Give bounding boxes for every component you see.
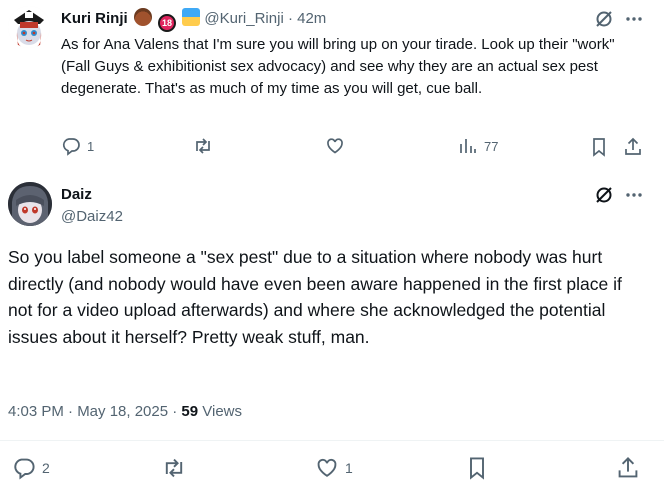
reply-text: As for Ana Valens that I'm sure you will… [61, 36, 615, 97]
author-name[interactable]: Daiz [61, 185, 92, 205]
tweet-text: So you label someone a "sex pest" due to… [8, 247, 622, 347]
tweet-meta: 4:03 PM · May 18, 2025 · 59 Views [8, 402, 242, 422]
divider [0, 440, 664, 441]
reply-action[interactable]: 1 [61, 136, 94, 156]
views-label: Views [198, 403, 243, 420]
avatar-kuri[interactable] [8, 6, 50, 48]
like-count: 1 [345, 460, 353, 476]
share-icon[interactable] [623, 137, 643, 157]
views-action[interactable]: 77 [458, 136, 498, 156]
handle[interactable]: @Kuri_Rinji [204, 10, 283, 27]
like-icon [325, 136, 345, 156]
avatar-daiz[interactable] [8, 182, 52, 226]
retweet-icon [193, 136, 213, 156]
acorn-emoji-icon [133, 8, 152, 26]
views-count: 59 [181, 403, 199, 420]
timestamp[interactable]: 42m [297, 10, 326, 27]
views-icon [458, 136, 478, 156]
no-under-18-icon: 18 [158, 14, 177, 32]
bookmark-icon[interactable] [465, 456, 489, 480]
reply-icon [61, 136, 81, 156]
dot-separator: · [287, 10, 293, 27]
like-icon [315, 456, 339, 480]
like-action[interactable] [325, 136, 345, 156]
tweet-timestamp[interactable]: 4:03 PM · May 18, 2025 · [8, 403, 181, 420]
game-emoji-icon [182, 8, 201, 26]
share-icon[interactable] [616, 456, 640, 480]
retweet-icon [162, 456, 186, 480]
reply-count: 1 [87, 138, 95, 154]
retweet-action[interactable] [162, 456, 186, 480]
retweet-action[interactable] [193, 136, 213, 156]
author-handle[interactable]: @Daiz42 [61, 207, 123, 227]
grok-icon[interactable] [594, 9, 614, 29]
more-icon[interactable] [624, 185, 644, 205]
grok-icon[interactable] [594, 185, 614, 205]
like-action[interactable]: 1 [315, 456, 353, 480]
more-icon[interactable] [624, 9, 644, 29]
views-count: 77 [484, 138, 499, 154]
reply-action[interactable]: 2 [12, 456, 50, 480]
display-name[interactable]: Kuri Rinji [61, 10, 128, 27]
reply-count: 2 [42, 460, 50, 476]
bookmark-icon[interactable] [589, 137, 609, 157]
reply-icon [12, 456, 36, 480]
